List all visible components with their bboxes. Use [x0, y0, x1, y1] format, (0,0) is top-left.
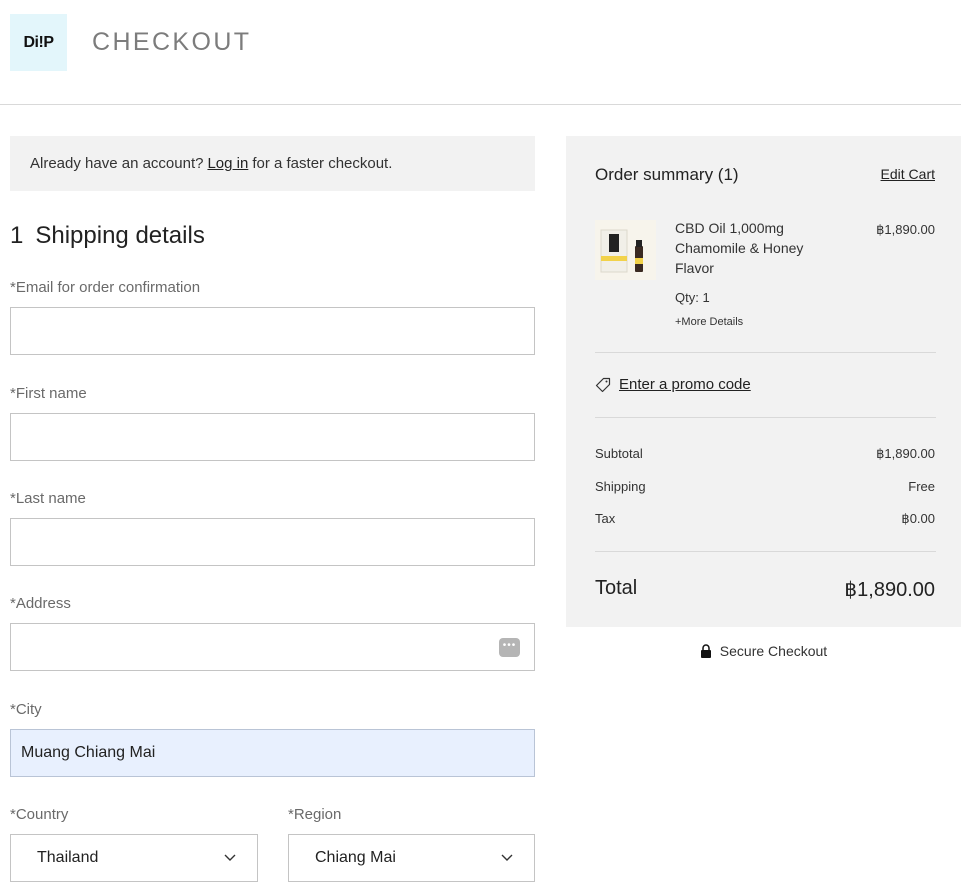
country-label: *Country — [10, 806, 69, 823]
chevron-down-icon — [224, 854, 236, 861]
chevron-down-icon — [501, 854, 513, 861]
secure-checkout-text: Secure Checkout — [719, 643, 828, 659]
divider — [595, 417, 936, 418]
email-field[interactable] — [10, 307, 535, 355]
first-name-field[interactable] — [10, 413, 535, 461]
country-value: Thailand — [37, 849, 99, 866]
shipping-section-title: 1 Shipping details — [10, 222, 205, 250]
city-label: *City — [10, 701, 42, 718]
step-title: Shipping details — [35, 222, 205, 249]
login-banner: Already have an account? Log in for a fa… — [10, 136, 535, 191]
total-label: Total — [595, 577, 638, 599]
product-name: CBD Oil 1,000mg Chamomile & Honey Flavor — [675, 220, 804, 276]
city-field[interactable]: Muang Chiang Mai — [10, 729, 535, 777]
login-link[interactable]: Log in — [207, 155, 248, 172]
email-label: *Email for order confirmation — [10, 279, 201, 296]
divider — [595, 551, 936, 552]
secure-checkout: Secure Checkout — [566, 643, 961, 659]
page-title: CHECKOUT — [92, 28, 252, 56]
order-summary-title: Order summary (1) — [595, 165, 739, 184]
subtotal-label: Subtotal — [595, 446, 643, 461]
last-name-label: *Last name — [10, 490, 86, 507]
login-suffix: for a faster checkout. — [252, 155, 393, 172]
address-field[interactable]: ••• — [10, 623, 535, 671]
total-value: ฿1,890.00 — [844, 579, 935, 601]
lock-icon — [700, 644, 711, 658]
last-name-field[interactable] — [10, 518, 535, 566]
promo-code-link[interactable]: Enter a promo code — [619, 376, 751, 393]
more-details-link[interactable]: +More Details — [675, 316, 743, 328]
tax-value: ฿0.00 — [901, 511, 935, 526]
divider — [595, 352, 936, 353]
order-summary-panel: Order summary (1) Edit Cart CBD Oil 1,00… — [566, 136, 961, 627]
tax-label: Tax — [595, 511, 616, 526]
promo-code-row[interactable]: Enter a promo code — [595, 376, 751, 393]
shipping-cost-value: Free — [908, 479, 935, 494]
store-logo[interactable]: Di!P — [10, 14, 67, 71]
edit-cart-link[interactable]: Edit Cart — [881, 166, 935, 182]
product-quantity: Qty: 1 — [675, 290, 710, 305]
shipping-cost-label: Shipping — [595, 479, 646, 494]
first-name-label: *First name — [10, 385, 87, 402]
login-prefix: Already have an account? — [30, 155, 204, 172]
checkout-header: Di!P CHECKOUT — [0, 0, 961, 105]
region-select[interactable]: Chiang Mai — [288, 834, 535, 882]
product-price: ฿1,890.00 — [876, 222, 935, 237]
country-select[interactable]: Thailand — [10, 834, 258, 882]
address-label: *Address — [10, 595, 71, 612]
subtotal-value: ฿1,890.00 — [876, 446, 935, 461]
region-value: Chiang Mai — [315, 849, 396, 866]
password-dots-icon[interactable]: ••• — [499, 638, 520, 657]
step-number: 1 — [10, 222, 24, 249]
region-label: *Region — [288, 806, 342, 823]
tag-icon — [595, 377, 611, 392]
product-thumbnail[interactable] — [595, 220, 656, 280]
